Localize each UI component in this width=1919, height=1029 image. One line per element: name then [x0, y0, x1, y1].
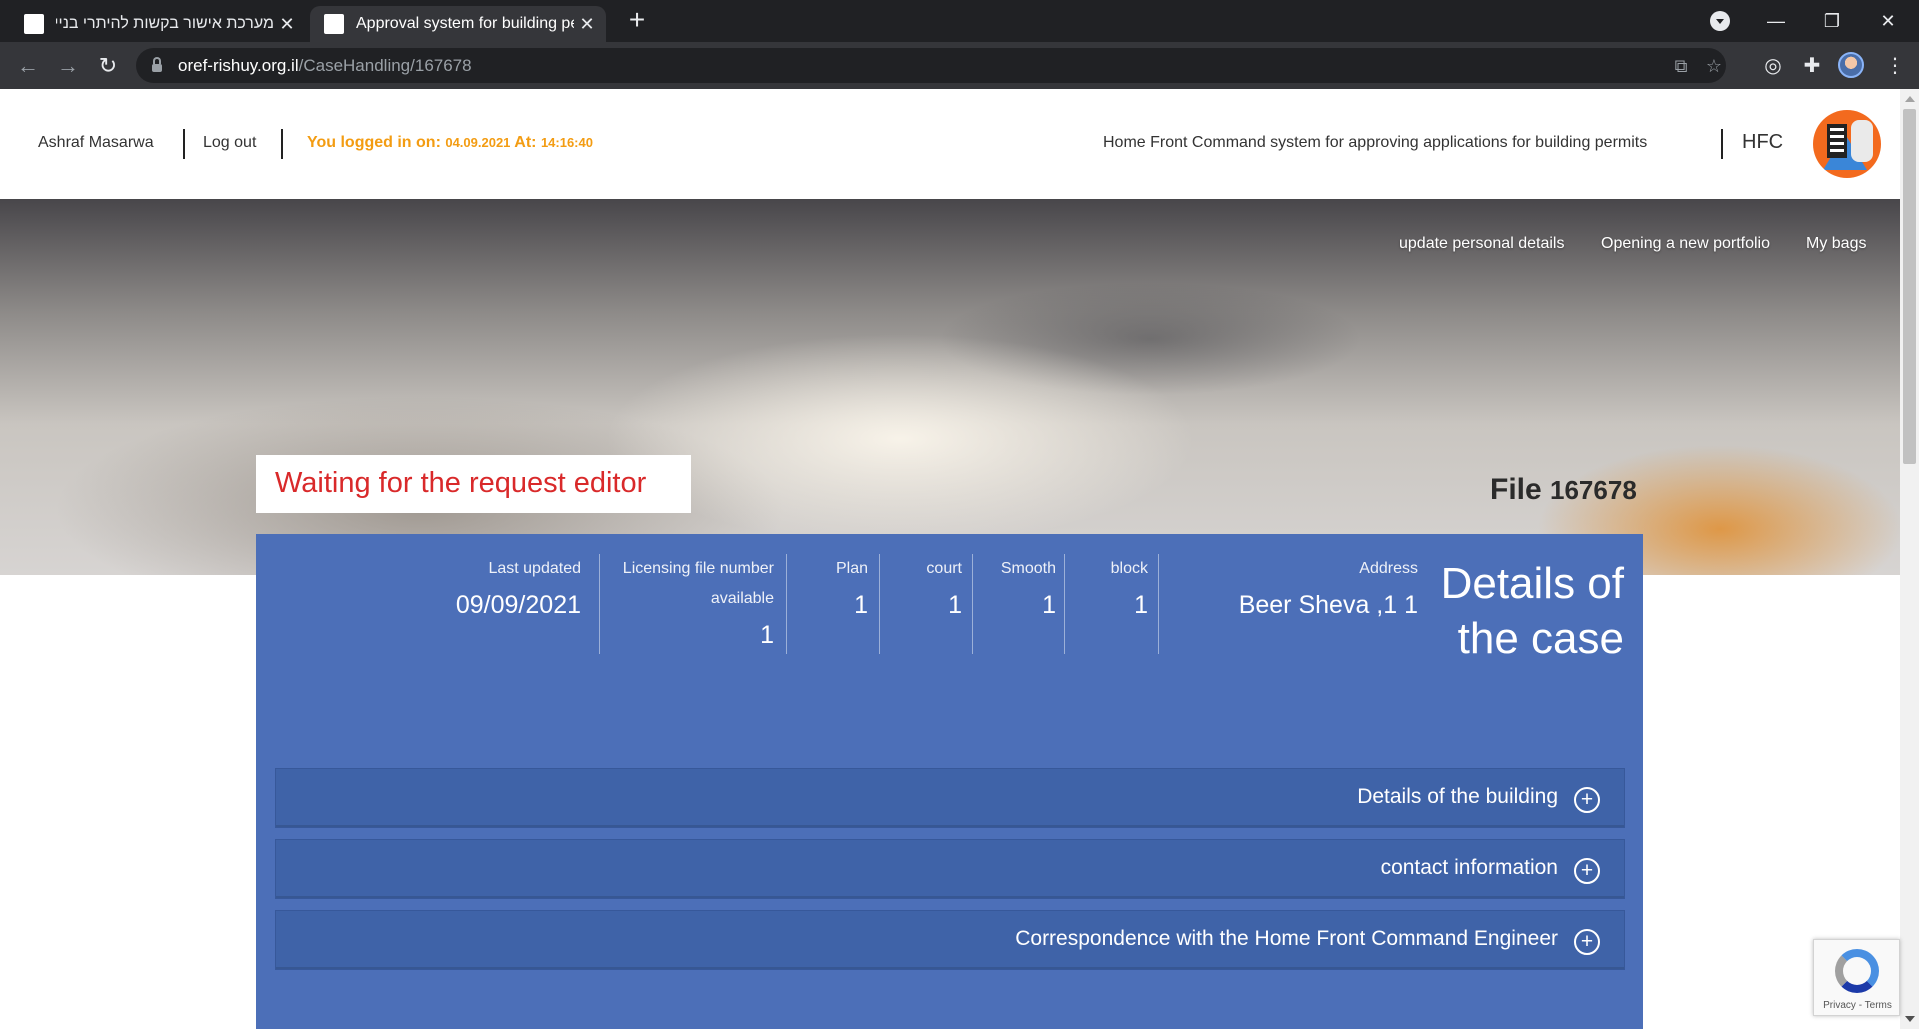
- recaptcha-privacy-terms[interactable]: Privacy - Terms: [1814, 1000, 1901, 1011]
- column-divider: [1158, 554, 1159, 654]
- column-divider: [879, 554, 880, 654]
- expand-plus-icon[interactable]: +: [1574, 929, 1600, 955]
- column-divider: [1064, 554, 1065, 654]
- accordion-building-label: Details of the building: [1357, 785, 1558, 808]
- file-label: File: [1490, 473, 1551, 506]
- accordion-contact-information[interactable]: contact information +: [275, 839, 1625, 899]
- back-arrow-icon[interactable]: ←: [12, 50, 44, 82]
- nav-new-portfolio[interactable]: Opening a new portfolio: [1601, 235, 1770, 253]
- login-at-label: At:: [510, 134, 541, 151]
- nav-my-bags[interactable]: My bags: [1806, 235, 1866, 253]
- restore-icon[interactable]: ❐: [1804, 0, 1860, 42]
- licensing-file-value: 1: [760, 621, 774, 649]
- logo-emblem-icon: [1851, 120, 1873, 162]
- plan-field: Plan 1: [788, 554, 868, 654]
- accordion-correspondence[interactable]: Correspondence with the Home Front Comma…: [275, 910, 1625, 970]
- file-number: 167678: [1550, 475, 1637, 505]
- expand-plus-icon[interactable]: +: [1574, 858, 1600, 884]
- header-divider: [1721, 129, 1723, 159]
- smooth-value: 1: [1042, 591, 1056, 619]
- court-value: 1: [948, 591, 962, 619]
- tab-title: Approval system for building per: [356, 15, 574, 32]
- browser-toolbar: ← → ↻ oref-rishuy.org.il/CaseHandling/16…: [0, 42, 1919, 89]
- block-value: 1: [1134, 591, 1148, 619]
- minimize-icon[interactable]: —: [1748, 0, 1804, 42]
- smooth-field: Smooth 1: [976, 554, 1056, 654]
- licensing-file-label: Licensing file number available: [622, 560, 774, 607]
- page-scrollbar[interactable]: [1900, 89, 1919, 1029]
- hero-banner: update personal details Opening a new po…: [0, 199, 1900, 575]
- address-value: Beer Sheva ,1 1: [1238, 591, 1418, 619]
- address-label: Address: [1359, 560, 1418, 577]
- header-divider: [281, 129, 283, 159]
- address-field: Address Beer Sheva ,1 1: [1226, 554, 1418, 654]
- plan-label: Plan: [835, 560, 868, 577]
- forward-arrow-icon[interactable]: →: [52, 50, 84, 82]
- scrollbar-thumb[interactable]: [1903, 109, 1916, 464]
- browser-tab-approval[interactable]: Approval system for building per ✕: [310, 6, 606, 42]
- logout-link[interactable]: Log out: [203, 134, 256, 152]
- tab-search-icon[interactable]: [1710, 11, 1730, 31]
- site-header: Ashraf Masarwa Log out You logged in on:…: [0, 89, 1900, 199]
- expand-plus-icon[interactable]: +: [1574, 787, 1600, 813]
- bookmark-star-icon[interactable]: ☆: [1701, 53, 1727, 79]
- new-tab-plus-icon[interactable]: +: [622, 6, 652, 36]
- hfc-label: HFC: [1742, 131, 1784, 153]
- block-label: block: [1110, 560, 1148, 577]
- case-details-panel: Details of the case Address Beer Sheva ,…: [256, 534, 1643, 1029]
- url-host: oref-rishuy.org.il: [178, 55, 299, 75]
- last-updated-label: Last updated: [488, 560, 581, 577]
- lock-icon[interactable]: [152, 56, 162, 72]
- tab-title: מערכת אישור בקשות להיתרי בניי: [56, 15, 274, 32]
- profile-avatar[interactable]: [1838, 52, 1864, 78]
- court-label: court: [926, 560, 962, 577]
- licensing-file-field: Licensing file number available 1: [616, 554, 774, 654]
- last-updated-value: 09/09/2021: [455, 591, 581, 619]
- close-window-icon[interactable]: ✕: [1860, 0, 1916, 42]
- accordion-building-details[interactable]: Details of the building +: [275, 768, 1625, 828]
- browser-tab-hebrew[interactable]: מערכת אישור בקשות להיתרי בניי ✕: [10, 6, 306, 42]
- extensions-puzzle-icon[interactable]: ✚: [1797, 51, 1827, 81]
- smooth-label: Smooth: [1000, 560, 1056, 577]
- column-divider: [599, 554, 600, 654]
- logo-building-icon: [1827, 124, 1847, 158]
- details-of-case-heading: Details of the case: [1440, 559, 1624, 663]
- file-number-title: File 167678: [1490, 473, 1637, 507]
- page-content: Ashraf Masarwa Log out You logged in on:…: [0, 89, 1900, 1029]
- page-favicon-icon: [24, 14, 44, 34]
- block-field: block 1: [1066, 554, 1148, 654]
- scroll-down-icon[interactable]: [1905, 1016, 1915, 1022]
- plan-value: 1: [854, 591, 868, 619]
- browser-tab-bar: מערכת אישור בקשות להיתרי בניי ✕ Approval…: [0, 0, 1919, 42]
- login-label: You logged in on:: [307, 134, 446, 151]
- page-favicon-icon: [324, 14, 344, 34]
- court-field: court 1: [882, 554, 962, 654]
- close-tab-icon[interactable]: ✕: [274, 14, 300, 35]
- recaptcha-badge[interactable]: Privacy - Terms: [1813, 939, 1900, 1016]
- case-status-badge: Waiting for the request editor: [256, 455, 691, 513]
- user-name: Ashraf Masarwa: [38, 134, 154, 151]
- address-bar[interactable]: oref-rishuy.org.il/CaseHandling/167678 ⧉…: [136, 48, 1726, 83]
- login-date: 04.09.2021: [445, 135, 511, 150]
- scroll-up-icon[interactable]: [1905, 96, 1915, 102]
- reload-icon[interactable]: ↻: [92, 50, 124, 82]
- accordion-correspondence-label: Correspondence with the Home Front Comma…: [1015, 927, 1558, 950]
- accordion-contact-label: contact information: [1380, 856, 1558, 879]
- hfc-logo[interactable]: [1813, 110, 1881, 178]
- extension-record-icon[interactable]: ◎: [1758, 51, 1788, 81]
- recaptcha-logo-icon: [1835, 949, 1879, 993]
- column-divider: [972, 554, 973, 654]
- system-title: Home Front Command system for approving …: [1103, 134, 1648, 151]
- header-divider: [183, 129, 185, 159]
- login-time: 14:16:40: [540, 135, 593, 150]
- url-path: /CaseHandling/167678: [298, 55, 472, 75]
- close-tab-icon[interactable]: ✕: [574, 14, 600, 35]
- chrome-menu-icon[interactable]: ⋮: [1880, 51, 1910, 81]
- last-updated-field: Last updated 09/09/2021: [406, 554, 581, 654]
- nav-update-personal-details[interactable]: update personal details: [1399, 235, 1564, 253]
- translate-icon[interactable]: ⧉: [1668, 53, 1694, 79]
- column-divider: [786, 554, 787, 654]
- login-info: You logged in on: 04.09.2021 At: 14:16:4…: [307, 134, 593, 152]
